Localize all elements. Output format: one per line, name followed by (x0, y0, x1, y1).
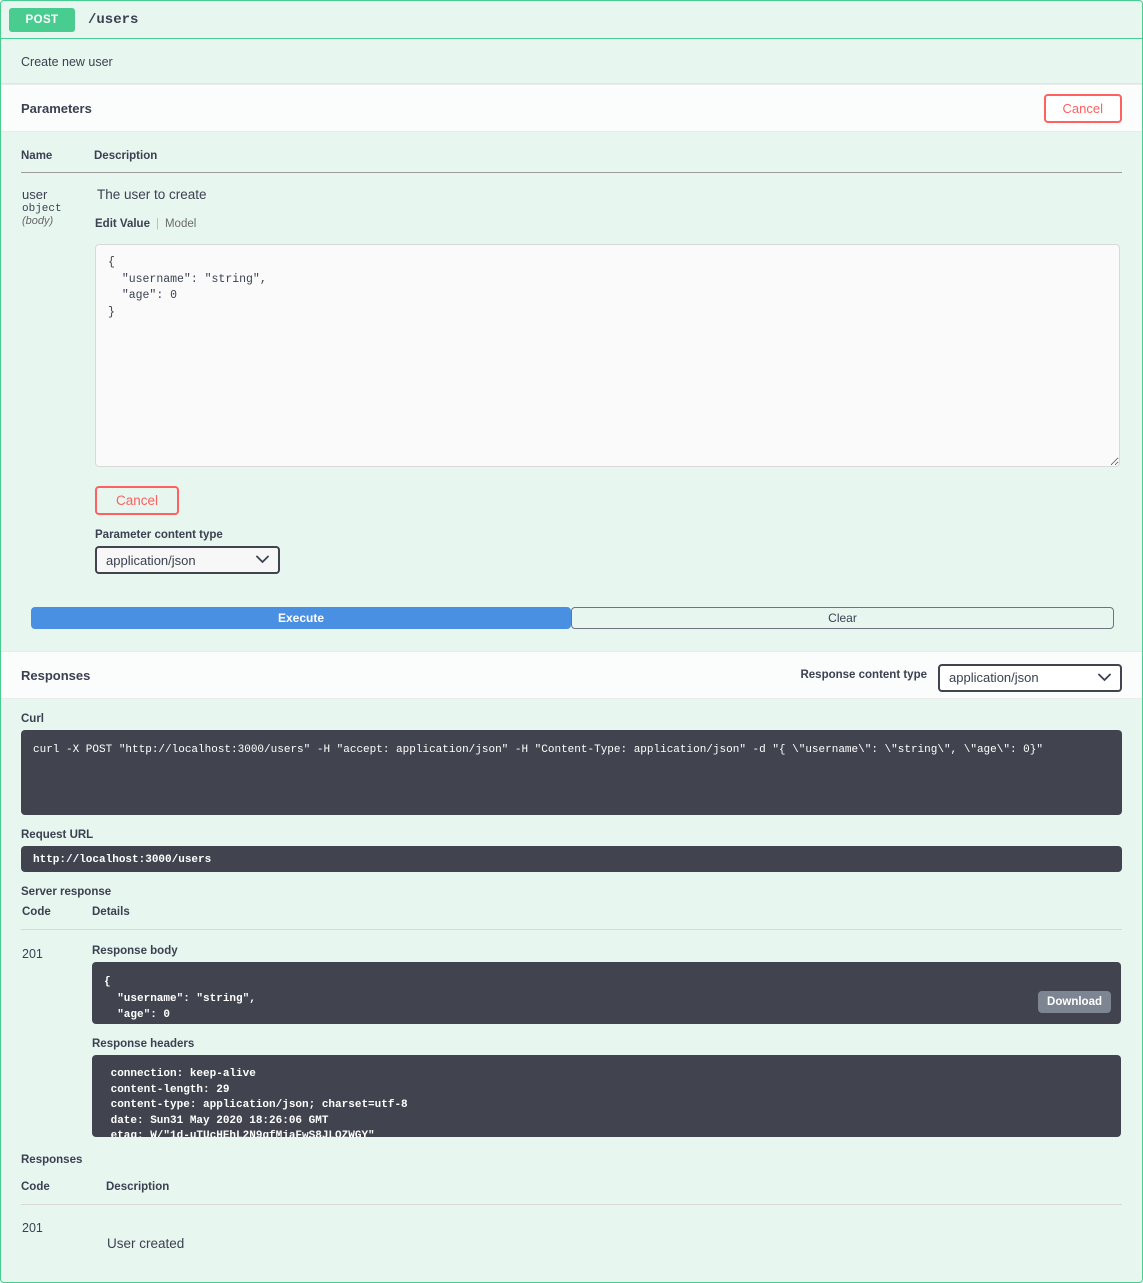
documented-response-code-cell: 201 (21, 1205, 106, 1253)
response-content-type-wrap: application/json (938, 663, 1122, 692)
clear-button[interactable]: Clear (571, 607, 1114, 629)
execute-row: Execute Clear (1, 575, 1142, 651)
parameter-name-cell: user object (body) (21, 173, 94, 576)
parameters-table-header-row: Name Description (21, 132, 1122, 173)
response-content-type-label: Response content type (800, 669, 927, 681)
response-code: 201 (22, 947, 43, 961)
documented-responses-section: Responses Code Description 201 User crea… (1, 1138, 1142, 1282)
request-url-label: Request URL (21, 829, 94, 841)
response-body-value: { "username": "string", "age": 0 } (92, 962, 1121, 1024)
documented-response-description-cell: User created (106, 1205, 1122, 1253)
column-header-code: Code (21, 905, 91, 930)
body-cancel-button[interactable]: Cancel (95, 486, 180, 515)
http-method-badge: POST (9, 7, 75, 32)
operation-summary-bar[interactable]: POST /users (1, 1, 1142, 39)
parameter-details-cell: The user to create Edit Value | Model Canc… (94, 173, 1122, 576)
documented-responses-table: Code Description 201 User created (21, 1171, 1122, 1252)
curl-command: curl -X POST "http://localhost:3000/user… (21, 730, 1122, 815)
parameter-content-type-wrap: application/json (95, 546, 280, 574)
parameters-table: Name Description user object (body) The … (21, 132, 1122, 575)
column-header-details: Details (91, 905, 1122, 930)
operation-path: /users (88, 11, 139, 28)
operation-block-post-users: POST /users Create new user Parameters C… (0, 0, 1143, 1283)
response-headers-value: connection: keep-alive content-length: 2… (92, 1055, 1121, 1137)
parameters-title: Parameters (21, 100, 92, 116)
parameters-cancel-button[interactable]: Cancel (1043, 93, 1122, 123)
parameter-description: The user to create (97, 187, 207, 202)
response-body-label: Response body (92, 945, 178, 957)
response-body-wrap: { "username": "string", "age": 0 } Downl… (92, 962, 1121, 1024)
server-response-header-row: Code Details (21, 905, 1122, 930)
download-button[interactable]: Download (1038, 991, 1111, 1013)
parameter-content-type-select[interactable]: application/json (95, 546, 280, 574)
server-response-details-cell: Response body { "username": "string", "a… (91, 930, 1122, 1139)
parameter-name: user (22, 187, 48, 202)
server-response-table: Code Details 201 Response body { "userna… (21, 905, 1122, 1138)
operation-description: Create new user (1, 39, 1142, 84)
documented-responses-title: Responses (21, 1154, 83, 1166)
parameters-body: Name Description user object (body) The … (1, 132, 1142, 575)
parameter-location: (body) (22, 215, 54, 228)
execute-button[interactable]: Execute (31, 607, 571, 629)
responses-header: Responses Response content type applicat… (1, 651, 1142, 699)
request-url-value: http://localhost:3000/users (21, 846, 1122, 872)
parameter-content-type-label: Parameter content type (95, 529, 223, 541)
parameters-header: Parameters Cancel (1, 84, 1142, 132)
response-content-type-group: Response content type application/json (800, 659, 1122, 692)
column-header-description: Description (94, 132, 1122, 173)
tab-separator: | (155, 218, 159, 230)
documented-response-code: 201 (22, 1221, 43, 1235)
tab-model[interactable]: Model (165, 218, 196, 230)
table-row: user object (body) The user to create Ed… (21, 173, 1122, 576)
column-header-code: Code (21, 1171, 106, 1205)
value-model-tabs: Edit Value | Model (95, 218, 1121, 230)
parameter-type: object (22, 203, 62, 216)
request-body-editor[interactable] (95, 244, 1120, 467)
table-row: 201 Response body { "username": "string"… (21, 930, 1122, 1139)
server-response-label: Server response (21, 886, 112, 898)
tab-edit-value[interactable]: Edit Value (95, 218, 150, 230)
curl-label: Curl (21, 713, 44, 725)
documented-response-description: User created (107, 1236, 185, 1251)
column-header-name: Name (21, 132, 94, 173)
table-row: 201 User created (21, 1205, 1122, 1253)
server-response-code-cell: 201 (21, 930, 91, 1139)
documented-responses-header-row: Code Description (21, 1171, 1122, 1205)
column-header-description: Description (106, 1171, 1122, 1205)
response-headers-label: Response headers (92, 1038, 195, 1050)
responses-title: Responses (21, 667, 91, 683)
live-response-section: Curl curl -X POST "http://localhost:3000… (1, 699, 1142, 1138)
response-content-type-select[interactable]: application/json (938, 663, 1122, 692)
